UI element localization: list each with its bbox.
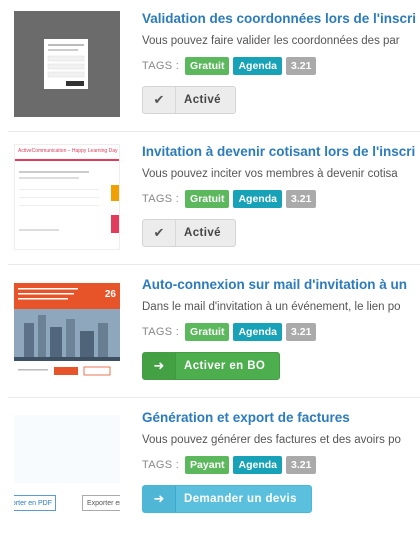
extension-title[interactable]: Invitation à devenir cotisant lors de l'… <box>142 143 420 160</box>
activated-button[interactable]: ✔ Activé <box>142 86 236 114</box>
button-label: Activer en BO <box>184 360 266 372</box>
tag-badge-price: Payant <box>185 456 230 474</box>
extension-description: Vous pouvez faire valider les coordonnée… <box>142 35 400 47</box>
card-divider <box>8 397 420 398</box>
thumbnail-export-pdf: Exporter en PDF <box>14 495 56 511</box>
extension-thumbnail[interactable]: ActiveCommunication – Happy Learning Day <box>14 144 120 250</box>
thumbnail-caption: ActiveCommunication – Happy Learning Day <box>18 148 118 154</box>
button-label: Activé <box>184 94 221 106</box>
extension-list: Validation des coordonnées lors de l'ins… <box>0 0 420 533</box>
tag-badge-module: Agenda <box>233 57 282 75</box>
extension-info: Génération et export de factures Vous po… <box>142 409 420 513</box>
extension-info: Auto-connexion sur mail d'invitation à u… <box>142 276 420 380</box>
extension-info: Invitation à devenir cotisant lors de l'… <box>142 143 420 247</box>
extension-description: Vous pouvez inciter vos membres à deveni… <box>142 168 398 180</box>
tag-badge-module: Agenda <box>233 190 282 208</box>
tag-list: TAGS : Gratuit Agenda 3.21 <box>142 190 420 208</box>
button-label: Demander un devis <box>184 493 297 505</box>
tag-badge-price: Gratuit <box>185 57 230 75</box>
extension-title[interactable]: Génération et export de factures <box>142 409 420 426</box>
tag-list: TAGS : Gratuit Agenda 3.21 <box>142 323 420 341</box>
thumbnail-image <box>15 145 119 249</box>
check-icon: ✔ <box>143 220 176 246</box>
extension-thumbnail[interactable]: Exporter en PDF Exporter en <box>14 415 120 521</box>
tags-label: TAGS : <box>142 60 180 72</box>
tags-label: TAGS : <box>142 326 180 338</box>
button-label: Activé <box>184 227 221 239</box>
activate-in-bo-button[interactable]: ➜ Activer en BO <box>142 352 281 380</box>
tag-badge-version: 3.21 <box>285 323 317 341</box>
extension-thumbnail[interactable] <box>14 11 120 117</box>
tag-badge-version: 3.21 <box>285 190 317 208</box>
thumbnail-date: 26 <box>104 289 116 300</box>
extension-card: Validation des coordonnées lors de l'ins… <box>0 0 420 132</box>
extension-card: 26 Auto-connexion sur mail d'invitation … <box>0 266 420 398</box>
tag-badge-module: Agenda <box>233 456 282 474</box>
sign-in-icon: ➜ <box>143 486 176 512</box>
extension-card: Exporter en PDF Exporter en Génération e… <box>0 399 420 533</box>
check-icon: ✔ <box>143 87 176 113</box>
request-quote-button[interactable]: ➜ Demander un devis <box>142 485 312 513</box>
extension-card: ActiveCommunication – Happy Learning Day… <box>0 133 420 265</box>
tag-badge-version: 3.21 <box>285 57 317 75</box>
activated-button[interactable]: ✔ Activé <box>142 219 236 247</box>
extension-description: Dans le mail d'invitation à un événement… <box>142 301 401 313</box>
thumbnail-export-other: Exporter en <box>82 495 120 511</box>
extension-title[interactable]: Auto-connexion sur mail d'invitation à u… <box>142 276 420 293</box>
thumbnail-image <box>14 11 120 117</box>
extension-thumbnail[interactable]: 26 <box>14 283 120 389</box>
card-divider <box>8 131 420 132</box>
tag-badge-price: Gratuit <box>185 323 230 341</box>
tag-list: TAGS : Gratuit Agenda 3.21 <box>142 57 420 75</box>
extension-info: Validation des coordonnées lors de l'ins… <box>142 10 420 114</box>
tag-badge-module: Agenda <box>233 323 282 341</box>
tag-badge-price: Gratuit <box>185 190 230 208</box>
tag-badge-version: 3.21 <box>286 456 317 474</box>
tags-label: TAGS : <box>142 459 180 471</box>
tag-list: TAGS : Payant Agenda 3.21 <box>142 456 420 474</box>
tags-label: TAGS : <box>142 193 180 205</box>
extension-title[interactable]: Validation des coordonnées lors de l'ins… <box>142 10 420 27</box>
extension-description: Vous pouvez générer des factures et des … <box>142 434 401 446</box>
card-divider <box>8 264 420 265</box>
sign-in-icon: ➜ <box>143 353 176 379</box>
